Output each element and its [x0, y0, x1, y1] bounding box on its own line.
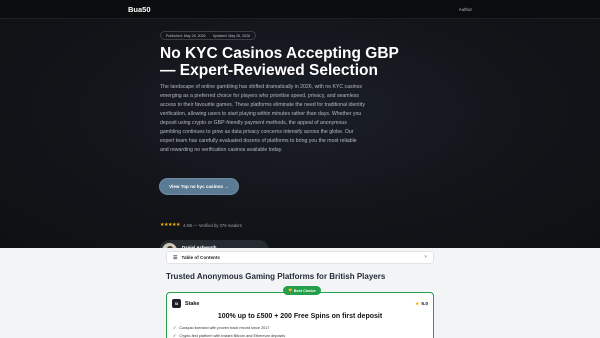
nav-link-author[interactable]: Author — [459, 7, 472, 12]
reader-rating: ★★★★★ 4.9/5 — Verified by 376 readers — [160, 223, 242, 228]
feature-item: ✓ Crypto-first platform with instant Bit… — [173, 333, 285, 338]
score-value: 5.0 — [421, 301, 428, 307]
feature-item: ✓ Curaçao licensed with proven track rec… — [173, 325, 270, 331]
hero-section: Published: May 26, 2026 · Updated: May 2… — [0, 19, 600, 261]
section-heading: Trusted Anonymous Gaming Platforms for B… — [166, 272, 386, 281]
star-icon: ★ — [415, 301, 420, 306]
casino-offer-card[interactable]: 🏆 Best Choice St Stake ★ 5.0 100% up to … — [166, 286, 434, 338]
offer-header: St Stake — [172, 299, 199, 308]
page-title: No KYC Casinos Accepting GBP — Expert-Re… — [160, 45, 399, 79]
view-top-casinos-button[interactable]: View Top no kyc casinos → — [160, 179, 238, 194]
publish-meta-badge: Published: May 26, 2026 · Updated: May 2… — [160, 31, 257, 40]
published-date: Published: May 26, 2026 — [166, 33, 206, 38]
feature-text: Crypto-first platform with instant Bitco… — [179, 333, 286, 338]
main-content: ☰ Table of Contents ˅ Trusted Anonymous … — [0, 248, 600, 338]
list-icon: ☰ — [173, 254, 178, 261]
table-of-contents[interactable]: ☰ Table of Contents ˅ — [166, 251, 434, 264]
feature-text: Curaçao licensed with proven track recor… — [179, 325, 270, 330]
casino-logo: St — [172, 299, 181, 308]
check-icon: ✓ — [173, 326, 177, 330]
meta-separator: · — [208, 33, 210, 38]
chevron-down-icon[interactable]: ˅ — [424, 255, 427, 260]
best-choice-badge: 🏆 Best Choice — [283, 286, 321, 295]
casino-name[interactable]: Stake — [185, 301, 199, 307]
casino-score: ★ 5.0 — [415, 301, 428, 307]
updated-date: Updated: May 26, 2026 — [212, 33, 251, 38]
bonus-headline: 100% up to £500 + 200 Free Spins on firs… — [217, 313, 383, 320]
toc-header: ☰ Table of Contents — [173, 255, 220, 261]
toc-label: Table of Contents — [181, 255, 220, 260]
rating-text: 4.9/5 — Verified by 376 readers — [183, 223, 242, 228]
intro-paragraph: The landscape of online gambling has shi… — [160, 84, 365, 153]
top-navbar: Bua50 Author — [0, 0, 600, 19]
page: Bua50 Author Published: May 26, 2026 · U… — [0, 0, 600, 338]
rating-stars-icon: ★★★★★ — [160, 223, 181, 228]
check-icon: ✓ — [173, 334, 177, 338]
site-logo[interactable]: Bua50 — [128, 5, 151, 14]
